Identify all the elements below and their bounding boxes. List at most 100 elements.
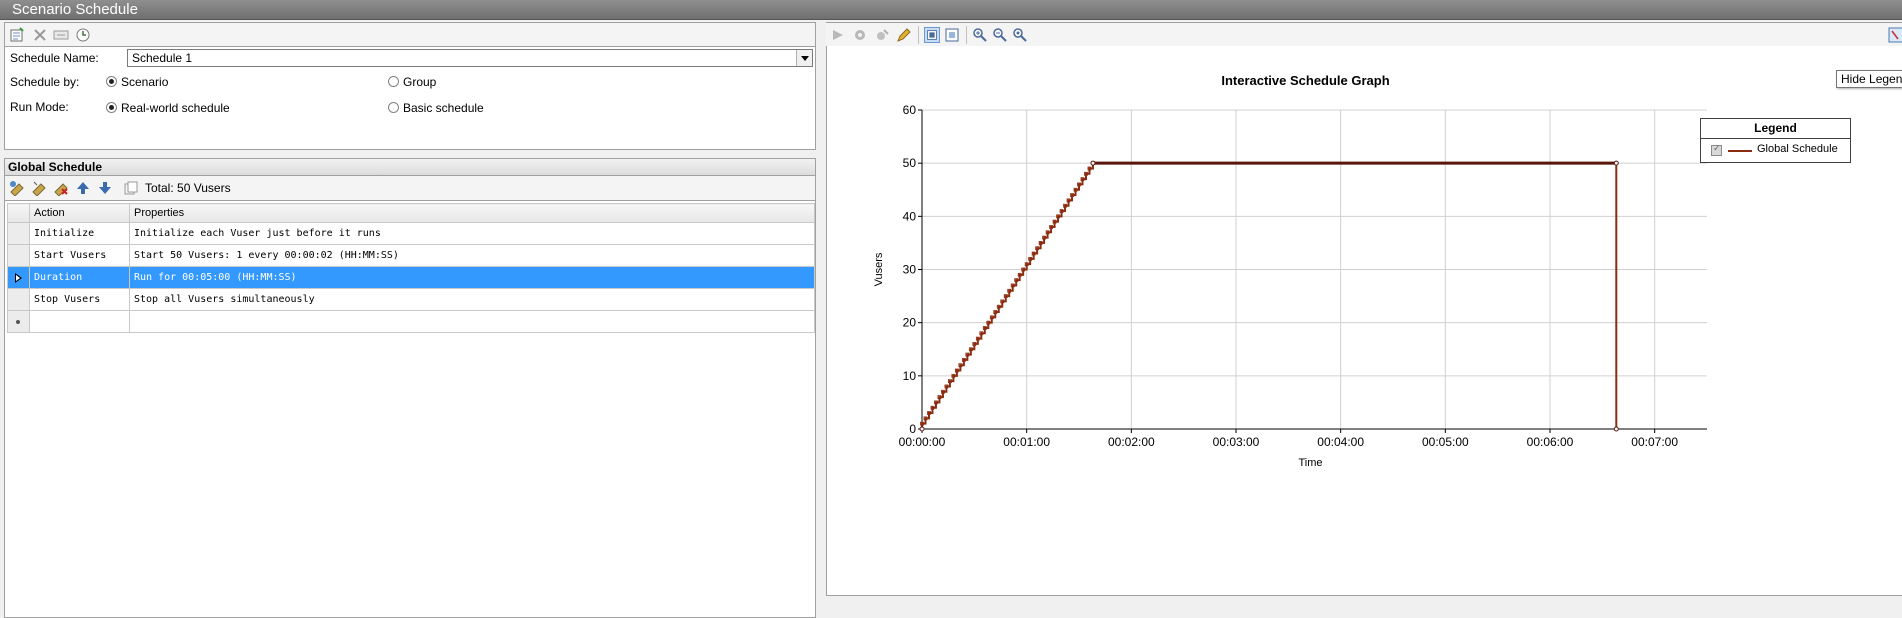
zoom-in-icon[interactable] xyxy=(972,27,988,43)
properties-cell[interactable]: Initialize each Vuser just before it run… xyxy=(129,222,815,245)
zoom-reset-icon[interactable] xyxy=(1012,27,1028,43)
move-down-icon[interactable] xyxy=(97,180,113,196)
radio-scenario-label: Scenario xyxy=(121,75,169,89)
pencil-icon[interactable] xyxy=(896,27,912,43)
radio-real-world[interactable] xyxy=(106,102,117,113)
radio-basic[interactable] xyxy=(388,102,399,113)
zoom-out-icon[interactable] xyxy=(992,27,1008,43)
series-line-global-schedule xyxy=(921,162,1618,429)
x-tick-label: 00:06:00 xyxy=(1527,435,1574,449)
schedule-name-value: Schedule 1 xyxy=(132,51,193,65)
settings-icon[interactable] xyxy=(874,27,890,43)
row-header[interactable] xyxy=(7,288,30,311)
action-cell[interactable] xyxy=(29,310,130,333)
delete-icon[interactable] xyxy=(32,27,48,43)
data-point xyxy=(919,426,925,432)
x-axis-label: Time xyxy=(1298,457,1322,469)
toolbar-separator xyxy=(966,26,967,44)
x-tick-label: 00:00:00 xyxy=(899,435,946,449)
add-action-icon[interactable] xyxy=(9,180,25,196)
window-title: Scenario Schedule xyxy=(0,0,1902,20)
legend-checkbox[interactable] xyxy=(1711,143,1722,156)
table-new-row[interactable] xyxy=(7,310,815,333)
actions-table: Action Properties Initialize Initialize … xyxy=(7,203,815,333)
legend-swatch xyxy=(1728,150,1752,152)
schedule-name-dropdown[interactable]: Schedule 1 xyxy=(127,49,813,67)
radio-real-world-label: Real-world schedule xyxy=(121,101,230,115)
legend-label: Global Schedule xyxy=(1757,143,1838,155)
delete-action-icon[interactable] xyxy=(53,180,69,196)
x-tick-label: 00:01:00 xyxy=(1003,435,1050,449)
row-header[interactable] xyxy=(7,310,30,333)
toolbar-separator xyxy=(918,26,919,44)
x-tick-label: 00:04:00 xyxy=(1317,435,1364,449)
radio-basic-label: Basic schedule xyxy=(403,101,484,115)
radio-scenario[interactable] xyxy=(106,76,117,87)
rename-icon[interactable] xyxy=(53,27,69,43)
action-cell[interactable]: Initialize xyxy=(29,222,130,245)
current-row-arrow-icon xyxy=(15,273,22,283)
row-header[interactable] xyxy=(7,222,30,245)
legend-title: Legend xyxy=(1701,119,1850,139)
schedule-settings: Schedule Name: Schedule 1 Schedule by: S… xyxy=(4,46,816,150)
y-tick-label: 60 xyxy=(903,103,917,117)
action-cell[interactable]: Stop Vusers xyxy=(29,288,130,311)
column-header-action[interactable]: Action xyxy=(29,203,130,223)
edit-action-icon[interactable] xyxy=(31,180,47,196)
y-axis-label: Vusers xyxy=(873,252,885,286)
action-cell[interactable]: Duration xyxy=(29,266,130,289)
copy-icon[interactable] xyxy=(123,180,139,196)
y-tick-label: 50 xyxy=(903,156,917,170)
row-header[interactable] xyxy=(7,266,30,289)
x-tick-label: 00:05:00 xyxy=(1422,435,1469,449)
run-icon[interactable] xyxy=(830,27,846,43)
table-row[interactable]: Initialize Initialize each Vuser just be… xyxy=(7,222,815,245)
new-schedule-icon[interactable] xyxy=(9,27,25,43)
properties-cell[interactable]: Start 50 Vusers: 1 every 00:00:02 (HH:MM… xyxy=(129,244,815,267)
y-tick-label: 40 xyxy=(903,209,917,223)
global-schedule-toolbar: Total: 50 Vusers xyxy=(4,176,816,200)
data-point xyxy=(1090,160,1096,166)
radio-group[interactable] xyxy=(388,76,399,87)
radio-group-label: Group xyxy=(403,75,437,89)
move-up-icon[interactable] xyxy=(75,180,91,196)
chevron-down-icon[interactable] xyxy=(796,50,812,66)
row-header-corner xyxy=(7,203,30,223)
table-header-row: Action Properties xyxy=(7,203,815,223)
x-tick-label: 00:02:00 xyxy=(1108,435,1155,449)
global-schedule-header: Global Schedule xyxy=(4,158,816,176)
schedule-by-label: Schedule by: xyxy=(10,75,80,89)
table-row[interactable]: Start Vusers Start 50 Vusers: 1 every 00… xyxy=(7,244,815,267)
properties-cell[interactable]: Stop all Vusers simultaneously xyxy=(129,288,815,311)
y-tick-label: 20 xyxy=(903,316,917,330)
properties-cell[interactable] xyxy=(129,310,815,333)
row-header[interactable] xyxy=(7,244,30,267)
action-cell[interactable]: Start Vusers xyxy=(29,244,130,267)
y-tick-label: 10 xyxy=(903,369,917,383)
column-header-properties[interactable]: Properties xyxy=(129,203,815,223)
y-tick-label: 30 xyxy=(903,263,917,277)
fit-view-icon[interactable] xyxy=(944,27,960,43)
table-row-selected[interactable]: Duration Run for 00:05:00 (HH:MM:SS) xyxy=(7,266,815,289)
data-point xyxy=(1613,160,1619,166)
gear-icon[interactable] xyxy=(852,27,868,43)
schedule-panel: Schedule Name: Schedule 1 Schedule by: S… xyxy=(4,22,816,618)
schedule-grid: Action Properties Initialize Initialize … xyxy=(4,200,816,618)
properties-cell[interactable]: Run for 00:05:00 (HH:MM:SS) xyxy=(129,266,815,289)
hide-legend-icon[interactable] xyxy=(1888,27,1902,43)
graph-panel: 0 10 20 30 40 50 60 00:00:00 00:01:00 00:02:00 00:… xyxy=(826,22,1902,596)
graph-toolbar xyxy=(826,22,1902,46)
chart-title: Interactive Schedule Graph xyxy=(1221,73,1389,88)
x-tick-label: 00:03:00 xyxy=(1213,435,1260,449)
schedule-clock-icon[interactable] xyxy=(75,27,91,43)
total-vusers: Total: 50 Vusers xyxy=(145,181,231,195)
data-point xyxy=(1613,426,1619,432)
y-tick-label: 0 xyxy=(909,422,916,436)
run-mode-label: Run Mode: xyxy=(10,100,69,114)
new-row-icon xyxy=(16,320,20,324)
chart-legend: Legend Global Schedule xyxy=(1700,118,1851,163)
view-mode-icon[interactable] xyxy=(924,27,940,43)
table-row[interactable]: Stop Vusers Stop all Vusers simultaneous… xyxy=(7,288,815,311)
schedule-name-label: Schedule Name: xyxy=(10,51,99,65)
x-tick-label: 00:07:00 xyxy=(1631,435,1678,449)
